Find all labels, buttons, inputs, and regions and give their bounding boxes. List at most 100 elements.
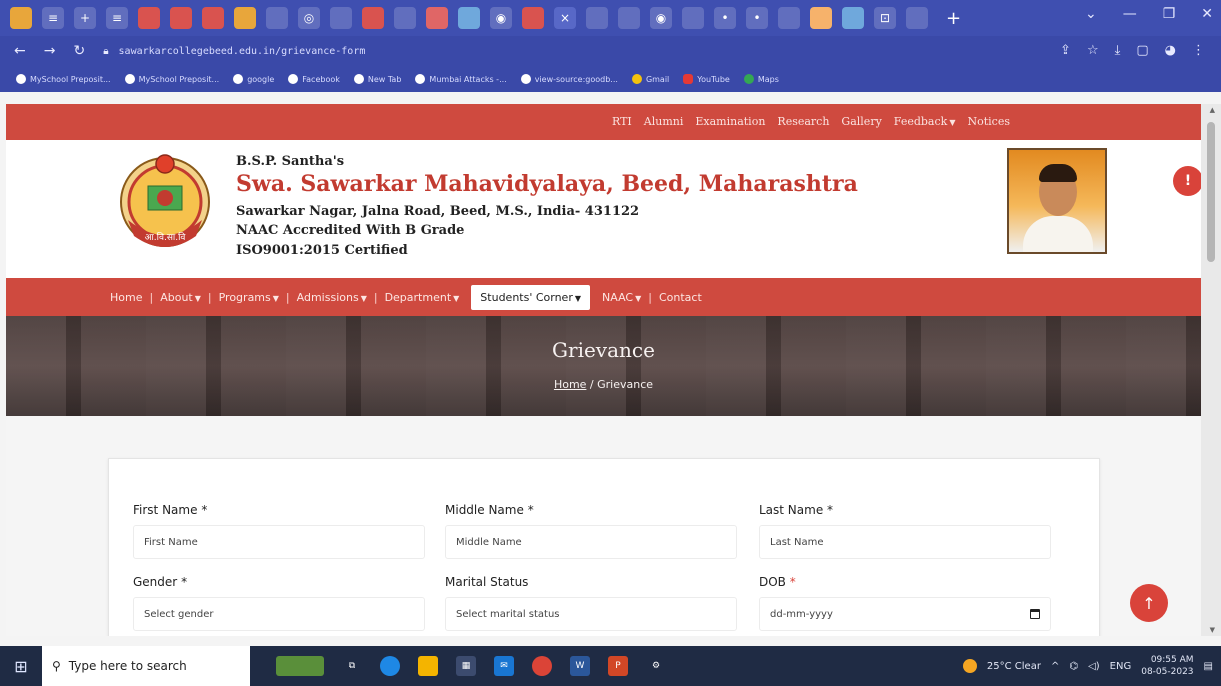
notifications-icon[interactable]: ▤ — [1204, 661, 1213, 672]
gender-select[interactable]: Select gender — [133, 597, 425, 631]
task-view-icon[interactable]: ⧉ — [342, 656, 362, 676]
topnav-gallery[interactable]: Gallery — [841, 115, 881, 128]
bookmark-item[interactable]: Gmail — [631, 74, 669, 84]
nav-programs[interactable]: Programs ▼ — [213, 291, 285, 304]
mail-icon[interactable]: ✉ — [494, 656, 514, 676]
chrome-icon[interactable] — [532, 656, 552, 676]
clock[interactable]: 09:55 AM 08-05-2023 — [1141, 654, 1193, 678]
tab-favicon-icon[interactable] — [778, 7, 800, 29]
nav-home[interactable]: Home — [104, 291, 148, 304]
calendar-icon[interactable] — [1030, 609, 1040, 619]
first-name-input[interactable]: First Name — [133, 525, 425, 559]
bookmark-item[interactable]: google — [233, 74, 274, 84]
bookmark-item[interactable]: Mumbai Attacks -... — [415, 74, 507, 84]
tab-favicon-icon[interactable]: • — [746, 7, 768, 29]
weather-text[interactable]: 25°C Clear — [987, 661, 1041, 672]
topnav-research[interactable]: Research — [777, 115, 829, 128]
nav-contact[interactable]: Contact — [653, 291, 708, 304]
tab-favicon-icon[interactable] — [810, 7, 832, 29]
download-icon[interactable]: ⤓ — [1115, 43, 1121, 58]
topnav-examination[interactable]: Examination — [695, 115, 765, 128]
tab-favicon-icon[interactable] — [426, 7, 448, 29]
chrome-tab-icon[interactable]: ◉ — [650, 7, 672, 29]
word-icon[interactable]: W — [570, 656, 590, 676]
tab-favicon-icon[interactable] — [266, 7, 288, 29]
tab-favicon-icon[interactable] — [842, 7, 864, 29]
url-field[interactable]: sawarkarcollegebeed.edu.in/grievance-for… — [119, 46, 366, 57]
gmail-tab-icon[interactable] — [202, 7, 224, 29]
gmail-tab-icon[interactable] — [522, 7, 544, 29]
topnav-feedback[interactable]: Feedback ▼ — [894, 115, 956, 128]
tab-favicon-icon[interactable]: • — [714, 7, 736, 29]
tab-search-icon[interactable]: ⌄ — [1085, 6, 1097, 22]
edge-icon[interactable] — [380, 656, 400, 676]
nav-about[interactable]: About ▼ — [154, 291, 207, 304]
topnav-notices[interactable]: Notices — [967, 115, 1010, 128]
lock-icon[interactable]: 🔒︎ — [103, 46, 108, 57]
college-title[interactable]: Swa. Sawarkar Mahavidyalaya, Beed, Mahar… — [236, 171, 858, 197]
bookmark-item[interactable]: view-source:goodb... — [520, 74, 618, 84]
tab-favicon-icon[interactable]: ⊡ — [874, 7, 896, 29]
nav-students-corner[interactable]: Students' Corner ▼ — [471, 284, 591, 310]
marital-status-select[interactable]: Select marital status — [445, 597, 737, 631]
tray-chevron-icon[interactable]: ^ — [1051, 661, 1059, 672]
windows-start-icon[interactable]: ⊞ — [0, 646, 42, 686]
new-tab-icon[interactable]: + — [946, 8, 961, 29]
back-icon[interactable]: ← — [14, 43, 26, 59]
language-indicator[interactable]: ENG — [1110, 661, 1132, 672]
scroll-up-icon[interactable]: ▲ — [1210, 106, 1215, 114]
restore-icon[interactable]: ❐ — [1163, 6, 1176, 22]
nav-admissions[interactable]: Admissions ▼ — [291, 291, 373, 304]
tab-favicon-icon[interactable] — [586, 7, 608, 29]
tab-favicon-icon[interactable] — [10, 7, 32, 29]
tab-favicon-icon[interactable] — [618, 7, 640, 29]
gmail-tab-icon[interactable] — [362, 7, 384, 29]
file-explorer-icon[interactable] — [418, 656, 438, 676]
bookmark-item[interactable]: YouTube — [683, 74, 730, 84]
tab-favicon-icon[interactable] — [458, 7, 480, 29]
news-widget-icon[interactable] — [276, 656, 324, 676]
gmail-tab-icon[interactable] — [138, 7, 160, 29]
forward-icon[interactable]: → — [44, 43, 56, 59]
close-tab-icon[interactable]: × — [554, 7, 576, 29]
whatsapp-tab-icon[interactable]: ◎ — [298, 7, 320, 29]
topnav-rti[interactable]: RTI — [612, 115, 632, 128]
info-icon[interactable]: ! — [1173, 166, 1201, 196]
bookmark-item[interactable]: Maps — [743, 74, 779, 84]
sidepanel-icon[interactable]: ▢ — [1136, 43, 1148, 58]
chrome-tab-icon[interactable]: ◉ — [490, 7, 512, 29]
tab-favicon-icon[interactable]: ≡ — [42, 7, 64, 29]
last-name-input[interactable]: Last Name — [759, 525, 1051, 559]
network-icon[interactable]: ⌬ — [1069, 661, 1078, 672]
bookmark-item[interactable]: New Tab — [353, 74, 401, 84]
breadcrumb-home[interactable]: Home — [554, 378, 586, 391]
tab-favicon-icon[interactable]: + — [74, 7, 96, 29]
settings-icon[interactable]: ⚙ — [646, 656, 666, 676]
tab-favicon-icon[interactable] — [682, 7, 704, 29]
store-icon[interactable]: ▦ — [456, 656, 476, 676]
minimize-icon[interactable]: — — [1123, 6, 1137, 22]
scrollbar-thumb[interactable] — [1207, 122, 1215, 262]
bookmark-star-icon[interactable]: ☆ — [1087, 43, 1099, 58]
gmail-tab-icon[interactable] — [170, 7, 192, 29]
menu-icon[interactable]: ⋮ — [1192, 43, 1205, 58]
dob-input[interactable]: dd-mm-yyyy — [759, 597, 1051, 631]
college-logo[interactable]: आ.वि.सा.वि — [116, 150, 214, 260]
bookmark-item[interactable]: MySchool Preposit... — [16, 74, 111, 84]
tab-favicon-icon[interactable] — [394, 7, 416, 29]
powerpoint-icon[interactable]: P — [608, 656, 628, 676]
share-icon[interactable]: ⇪ — [1060, 43, 1071, 58]
scroll-to-top-button[interactable]: ↑ — [1130, 584, 1168, 622]
tab-favicon-icon[interactable] — [234, 7, 256, 29]
bookmark-item[interactable]: MySchool Preposit... — [124, 74, 219, 84]
taskbar-search[interactable]: ⚲ Type here to search — [42, 646, 250, 686]
reload-icon[interactable]: ↻ — [73, 43, 85, 59]
topnav-alumni[interactable]: Alumni — [644, 115, 684, 128]
scroll-down-icon[interactable]: ▼ — [1210, 626, 1215, 634]
nav-department[interactable]: Department ▼ — [379, 291, 466, 304]
nav-naac[interactable]: NAAC ▼ — [596, 291, 647, 304]
profile-icon[interactable]: ◕ — [1165, 43, 1176, 58]
tab-favicon-icon[interactable] — [330, 7, 352, 29]
volume-icon[interactable]: ◁) — [1088, 661, 1100, 672]
bookmark-item[interactable]: Facebook — [288, 74, 340, 84]
